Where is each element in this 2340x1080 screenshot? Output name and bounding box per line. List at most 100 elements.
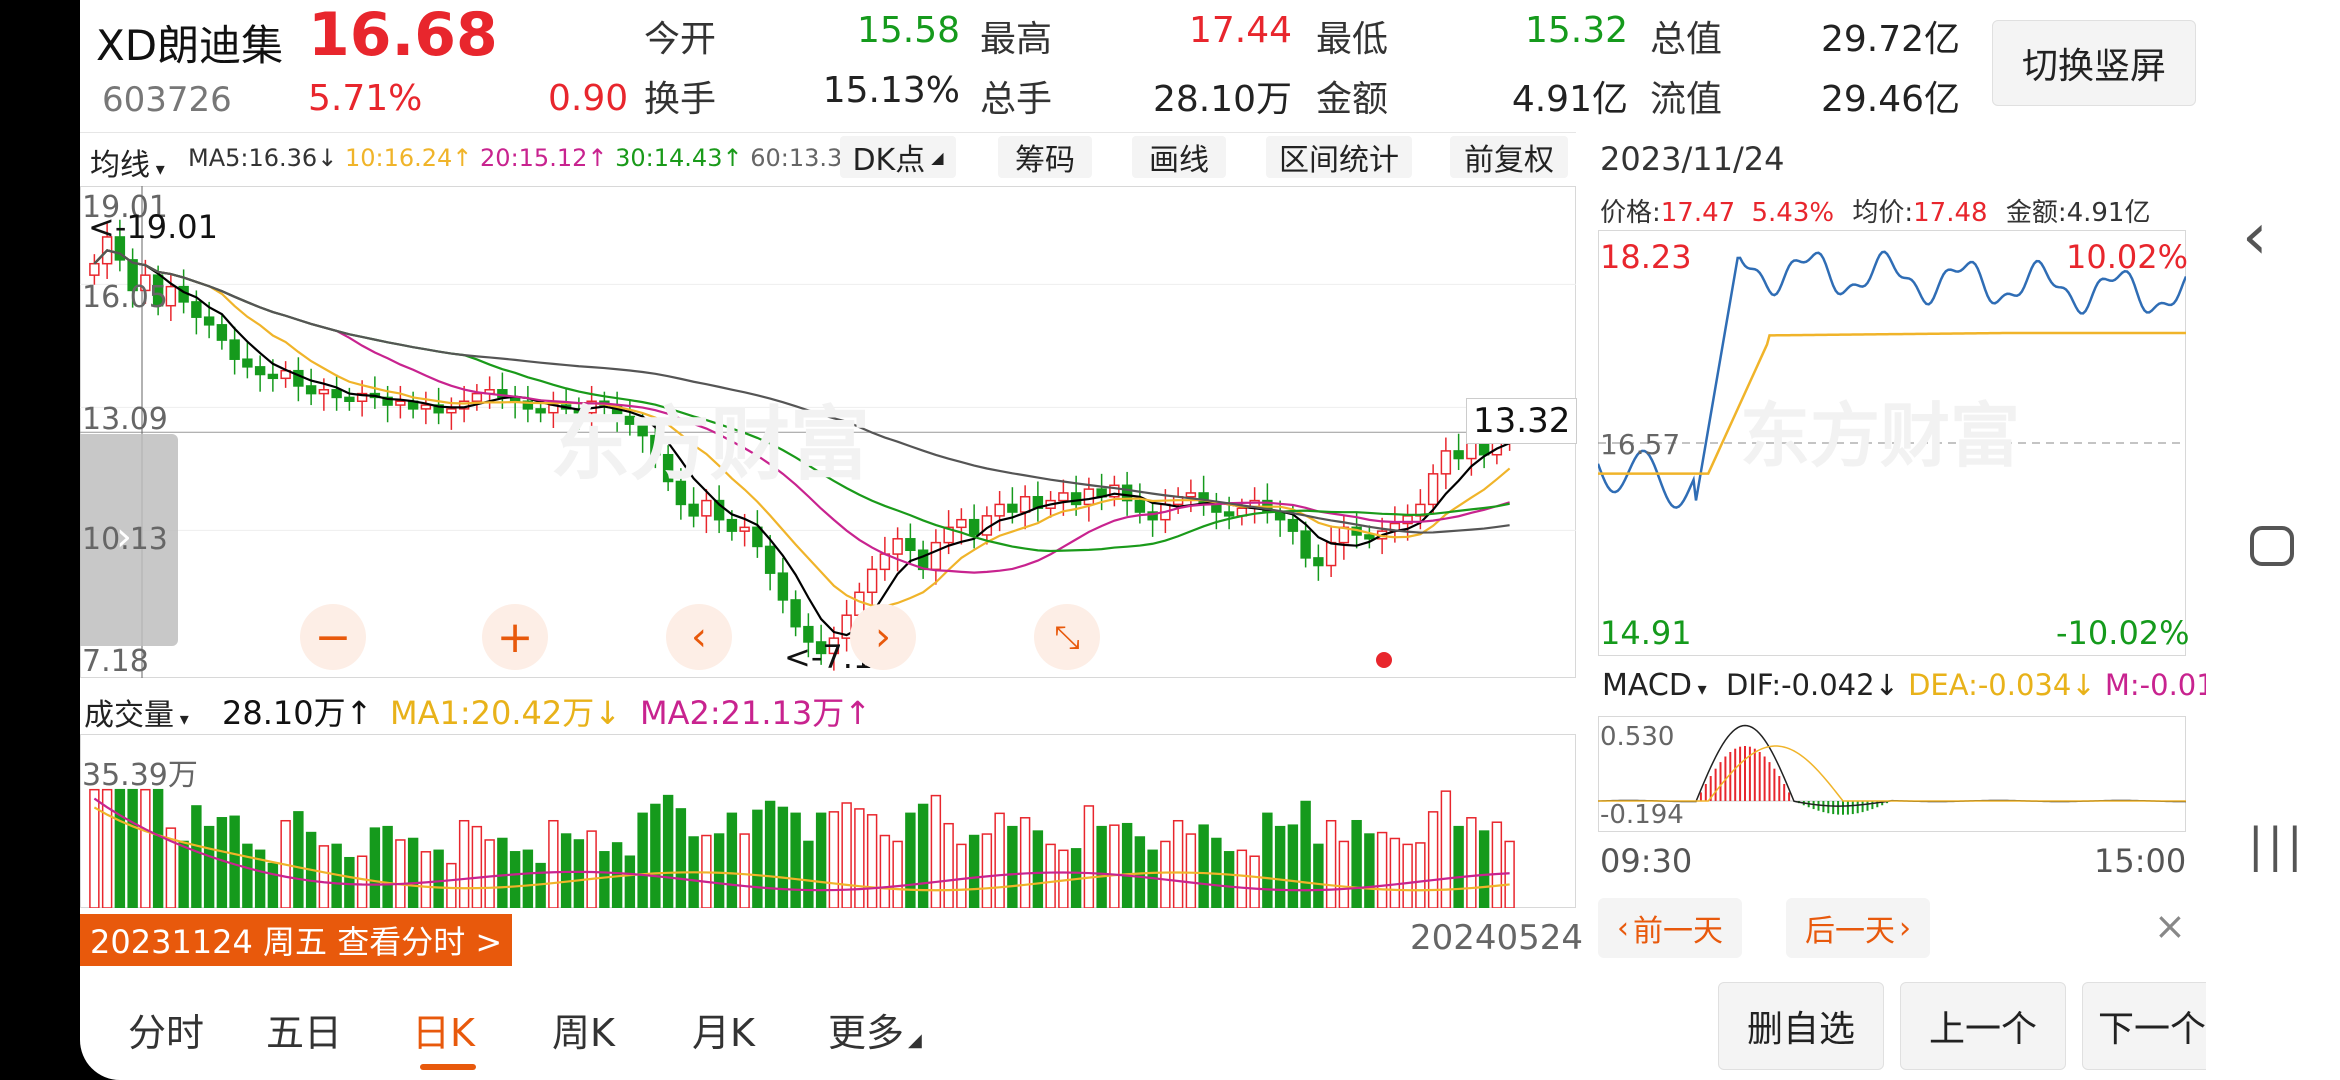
tab-2[interactable]: 日K [412, 1002, 475, 1057]
macd-select[interactable]: MACD ▾ [1602, 668, 1707, 703]
tab-4[interactable]: 月K [692, 1002, 755, 1057]
candle [764, 545, 776, 574]
intraday-low-pct: -10.02% [2056, 614, 2190, 652]
volume-bar [1274, 825, 1286, 908]
volume-bar [1313, 843, 1324, 908]
volume-bar [293, 811, 304, 908]
volume-bar [586, 830, 597, 908]
volume-bar [1402, 843, 1413, 908]
volume-bar [216, 817, 228, 908]
volume-bar [1249, 855, 1260, 908]
previous-stock-button[interactable]: 上一个 [1900, 982, 2066, 1070]
volume-bar [637, 812, 648, 908]
cursor-price-label: 13.32 [1466, 398, 1578, 444]
volume-bar [662, 794, 674, 908]
next-stock-button[interactable]: 下一个 [2082, 982, 2206, 1070]
macd-label: MACD [1602, 668, 1692, 703]
range-stats-button[interactable]: 区间统计 [1266, 136, 1412, 178]
ma30-value: 30:14.43↑ [615, 144, 743, 172]
macd-m: M:-0.017↓ [2104, 668, 2206, 702]
tab-0[interactable]: 分时 [128, 1002, 204, 1057]
candle [726, 518, 738, 532]
volume-bar [1172, 819, 1184, 908]
tab-3[interactable]: 周K [552, 1002, 615, 1057]
back-icon[interactable]: ‹ [2242, 200, 2268, 274]
avg-line-label: 均线 [90, 148, 150, 183]
candle [446, 408, 457, 414]
corner-arrow-icon: ◢ [931, 147, 944, 167]
volume-bar [1223, 851, 1235, 908]
volume-bar [713, 833, 725, 908]
chips-button[interactable]: 筹码 [998, 136, 1092, 178]
tab-1[interactable]: 五日 [266, 1002, 342, 1057]
next-day-button[interactable]: 后一天 › [1786, 898, 1930, 958]
draw-line-button[interactable]: 画线 [1132, 136, 1226, 178]
volume-bar [841, 802, 852, 908]
avg-line-select[interactable]: 均线 ▾ [90, 140, 165, 184]
candle [1274, 511, 1286, 521]
volume-bar [1083, 805, 1095, 908]
candle [1427, 473, 1439, 506]
intraday-high-pct: 10.02% [2066, 238, 2189, 276]
volume-bar [1019, 817, 1031, 908]
candle [1083, 488, 1095, 506]
volume-bar [522, 849, 534, 908]
volume-bar [267, 862, 279, 908]
macd-chart[interactable] [1598, 716, 2186, 832]
volume-bar [1045, 843, 1056, 908]
dk-point-button[interactable]: DK点 ◢ [840, 136, 956, 178]
switch-portrait-button[interactable]: 切换竖屏 [1992, 20, 2196, 106]
quote-label: 流值 [1650, 79, 1723, 120]
volume-bar [433, 849, 444, 908]
quote-value: 29.46亿 [1820, 79, 1960, 120]
volume-bar [446, 862, 457, 908]
home-icon[interactable] [2250, 526, 2294, 566]
quote-label: 最高 [980, 19, 1053, 60]
dropdown-arrow-icon: ▾ [174, 709, 189, 730]
candle [968, 518, 980, 536]
candle [1019, 496, 1031, 513]
adjust-button[interactable]: 前复权 [1450, 136, 1568, 178]
remove-favorite-button[interactable]: 删自选 [1718, 982, 1884, 1070]
ma20-value: 20:15.12↑ [480, 144, 608, 172]
volume-bar [1109, 824, 1120, 908]
candle [216, 324, 228, 341]
volume-bar [420, 851, 432, 908]
scroll-left-button[interactable]: ‹ [666, 604, 732, 670]
view-intraday-link[interactable]: 20231124 周五 查看分时 > [80, 914, 513, 966]
volume-chart[interactable] [80, 734, 1576, 908]
ma5-value: MA5:16.36↓ [188, 144, 338, 172]
volume-bar [1236, 849, 1248, 908]
volume-bar [114, 788, 126, 908]
quote-label: 总手 [980, 79, 1053, 120]
volume-bar [471, 825, 483, 908]
scroll-right-button[interactable]: › [850, 604, 916, 670]
chevron-left-icon: ‹ [1617, 910, 1629, 946]
chevron-right-icon: › [116, 514, 132, 560]
volume-bar [535, 862, 546, 908]
volume-bar [981, 833, 993, 908]
tab-5[interactable]: 更多 [828, 1002, 904, 1057]
recents-icon[interactable]: ||| [2248, 818, 2307, 872]
volume-bar [203, 825, 215, 908]
volume-bar [89, 788, 100, 908]
time-start: 09:30 [1600, 842, 1693, 880]
volume-bar [1096, 825, 1107, 908]
macd-dif: DIF:-0.042↓ [1726, 668, 1899, 702]
reset-zoom-button[interactable]: ⤡ [1034, 604, 1100, 670]
candle [203, 316, 215, 326]
volume-bar [764, 800, 776, 908]
close-icon[interactable]: × [2154, 904, 2186, 948]
macd-values: DIF:-0.042↓ DEA:-0.034↓ M:-0.017↓ [1726, 668, 2206, 702]
zoom-in-button[interactable]: + [482, 604, 548, 670]
zoom-out-button[interactable]: − [300, 604, 366, 670]
amount-label: 金额: [2005, 198, 2067, 228]
event-dot[interactable] [1376, 652, 1392, 668]
volume-bar [599, 851, 610, 908]
candle [420, 404, 432, 410]
candle [1300, 530, 1311, 559]
stock-name: XD朗迪集 [96, 21, 284, 70]
prev-day-button[interactable]: ‹ 前一天 [1598, 898, 1742, 958]
candle [1223, 511, 1235, 517]
volume-select[interactable]: 成交量 ▾ [84, 690, 189, 734]
